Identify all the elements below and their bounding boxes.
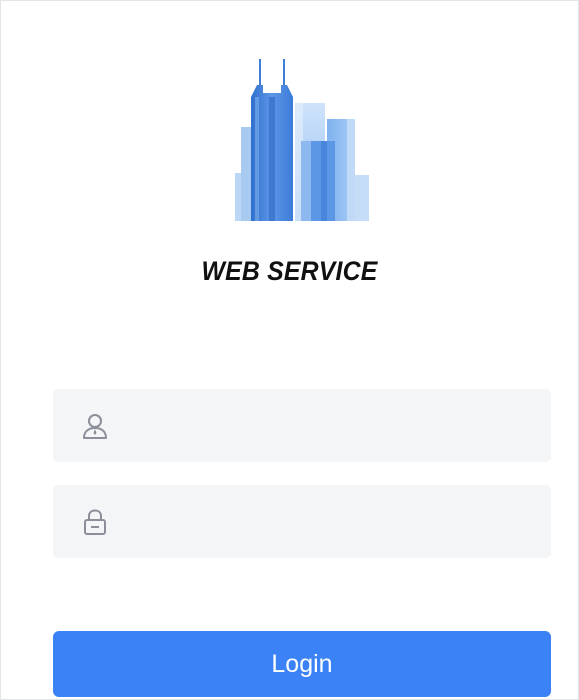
password-field[interactable]	[53, 485, 551, 558]
password-input[interactable]	[131, 485, 535, 558]
user-icon	[83, 414, 107, 439]
username-input[interactable]	[131, 389, 535, 462]
login-panel: WEB SERVICE Login	[0, 0, 579, 700]
lock-icon	[84, 509, 106, 535]
login-button[interactable]: Login	[53, 631, 551, 697]
city-buildings-icon	[235, 59, 369, 221]
username-field[interactable]	[53, 389, 551, 462]
brand-title: WEB SERVICE	[201, 256, 378, 286]
